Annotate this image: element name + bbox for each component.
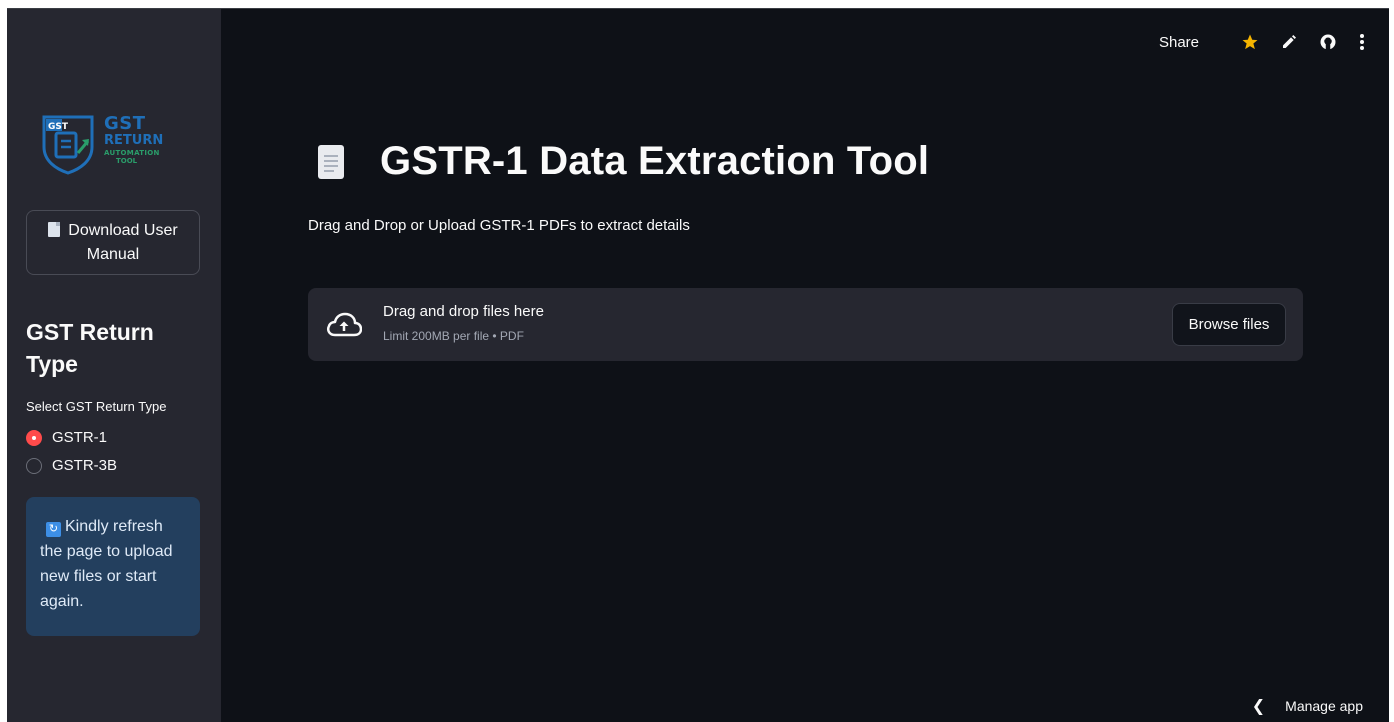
info-alert: ↻ Kindly refresh the page to upload new f…: [26, 497, 200, 636]
chevron-left-icon: ❮: [1251, 698, 1266, 715]
radio-option-label: GSTR-3B: [52, 457, 118, 474]
logo-tagline-2: TOOL: [116, 157, 138, 165]
page-header: GSTR-1 Data Extraction Tool: [318, 139, 929, 184]
logo-tagline: AUTOMATION: [104, 149, 160, 157]
more-vertical-icon[interactable]: [1359, 33, 1365, 51]
radio-option-label: GSTR-1: [52, 429, 108, 446]
logo-shield-icon: GST: [42, 115, 94, 175]
page-subtitle: Drag and Drop or Upload GSTR-1 PDFs to e…: [308, 217, 690, 234]
info-line: the page to upload: [40, 543, 173, 560]
info-line: new files or start: [40, 568, 157, 585]
cloud-upload-icon: [327, 312, 362, 337]
dropzone-limit: Limit 200MB per file • PDF: [383, 329, 524, 343]
logo-subtitle: RETURN: [104, 133, 164, 148]
edit-icon[interactable]: [1281, 34, 1297, 50]
github-icon[interactable]: [1319, 33, 1337, 51]
svg-text:GST: GST: [48, 122, 69, 132]
download-button-label: Download User Manual: [68, 221, 178, 263]
document-icon: [48, 221, 61, 237]
radio-group-label: Select GST Return Type: [26, 399, 167, 414]
sidebar-heading: GST Return Type: [26, 319, 154, 377]
sidebar: GST GST RETURN AUTOMATION TOOL Download …: [7, 9, 221, 722]
gst-return-logo: GST GST RETURN AUTOMATION TOOL: [40, 113, 180, 177]
dropzone-title: Drag and drop files here: [383, 303, 544, 320]
star-icon[interactable]: [1241, 33, 1259, 51]
page-title: GSTR-1 Data Extraction Tool: [380, 139, 930, 183]
app-window: GST GST RETURN AUTOMATION TOOL Download …: [7, 8, 1389, 722]
share-button[interactable]: Share: [1159, 34, 1199, 51]
radio-option-gstr-1[interactable]: GSTR-1: [26, 429, 107, 446]
radio-option-gstr-3b[interactable]: GSTR-3B: [26, 457, 117, 474]
radio-button-selected[interactable]: [26, 429, 42, 446]
logo-title: GST: [104, 113, 146, 134]
browse-files-button[interactable]: Browse files: [1172, 303, 1286, 346]
info-line: again.: [40, 593, 84, 610]
radio-button[interactable]: [26, 457, 42, 474]
header-toolbar: Share: [1159, 33, 1365, 51]
download-user-manual-button[interactable]: Download User Manual: [26, 210, 200, 275]
page-icon: [318, 144, 344, 179]
manage-app-label: Manage app: [1285, 698, 1363, 714]
file-uploader-dropzone[interactable]: Drag and drop files here Limit 200MB per…: [308, 288, 1303, 361]
refresh-icon: ↻: [46, 522, 61, 537]
manage-app-button[interactable]: ❮ Manage app: [1252, 696, 1363, 716]
info-line: Kindly refresh: [65, 518, 163, 535]
